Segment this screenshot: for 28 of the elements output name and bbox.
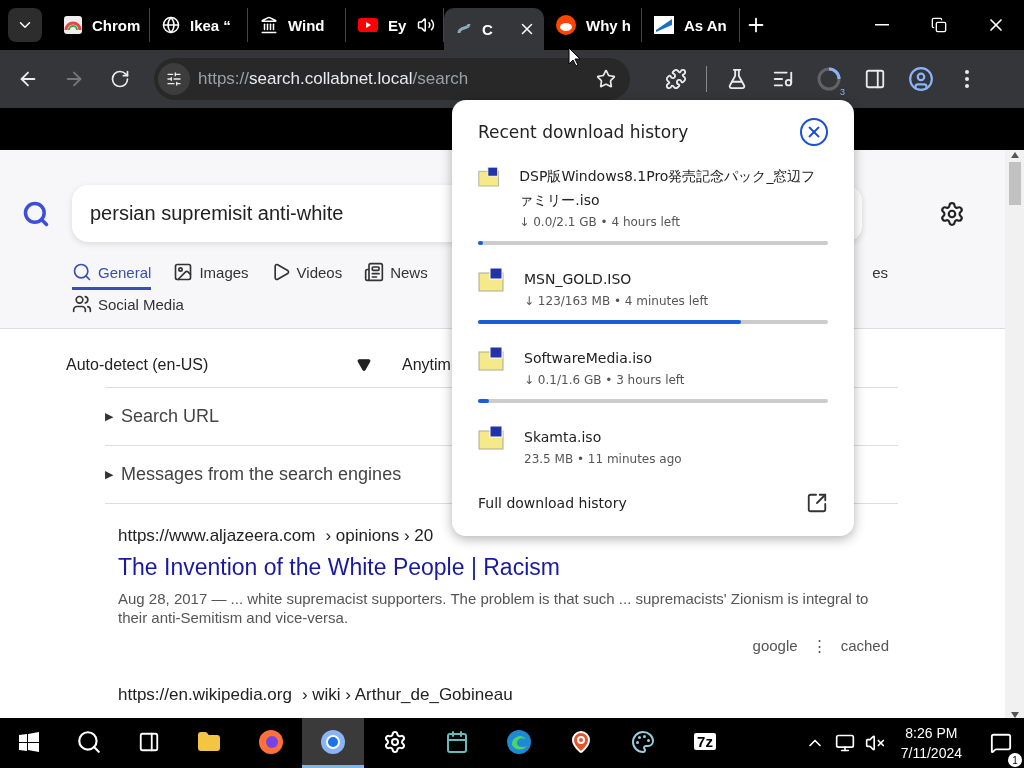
popup-title: Recent download history [478,122,689,142]
download-status: 23.5 MB • 11 minutes ago [524,452,682,466]
result-path: › opinions › 20 [325,526,434,546]
tab-title: Ey [388,16,407,34]
download-count: 3 [838,87,847,97]
download-status: ↓ 123/163 MB • 4 minutes left [524,294,709,308]
url-text: https://search.collabnet.local/search [198,69,470,89]
download-status: ↓ 0.1/1.6 GB • 3 hours left [524,373,685,387]
date-text: 7/11/2024 [900,744,962,763]
tab-title: As An [684,16,728,34]
tab-title: Ikea “ [190,16,232,34]
tab-title: Why h [586,16,632,34]
expand-caret: ▶ [105,410,113,423]
archive-app-icon: 7z [694,733,716,750]
engine-name: google [752,637,798,655]
time-text: 8:26 PM [905,724,958,743]
tab-title: Wind [288,16,326,34]
result-url: https://en.wikipedia.org [118,685,292,705]
tab-title: C [482,20,494,38]
section-label: Messages from the search engines [121,464,402,485]
tab-title: Chrom [92,16,141,34]
result-url: https://www.aljazeera.com [118,526,316,546]
result-snippet: Aug 28, 2017 — ... white supremacist supporters. The problem is that such ... supremacists' Zionism is integral to their anti-Semitism and vice-versa. [118,589,870,627]
section-label: Search URL [121,406,220,427]
expand-caret: ▶ [105,468,113,481]
result-path: › wiki › Arthur_de_Gobineau [301,685,513,705]
download-status: ↓ 0.0/2.1 GB • 4 hours left [519,215,681,229]
notification-count: 1 [1008,753,1022,767]
